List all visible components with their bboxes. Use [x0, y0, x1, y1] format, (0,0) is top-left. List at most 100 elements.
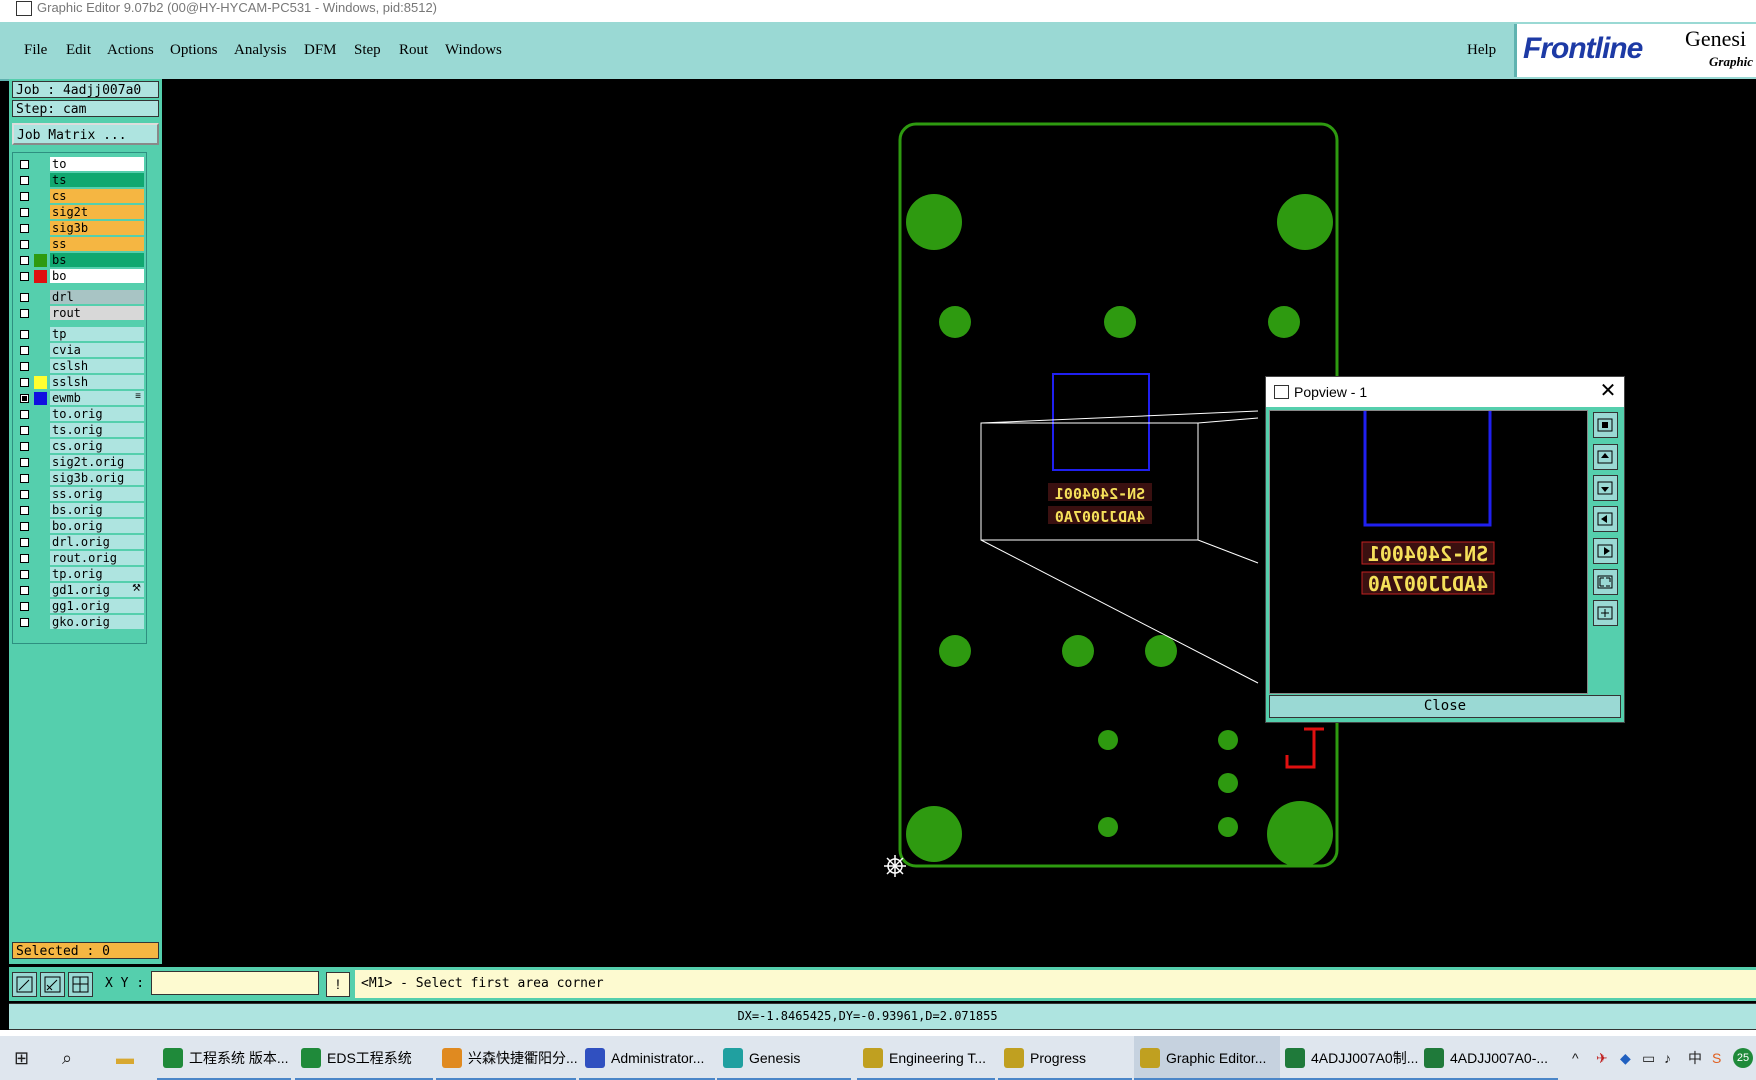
layer-checkbox[interactable]: [20, 554, 29, 563]
tray-shield-icon[interactable]: ◆: [1620, 1036, 1631, 1080]
layer-name[interactable]: bs.orig: [50, 503, 144, 517]
layer-row-sig3b[interactable]: sig3b: [15, 221, 144, 236]
pan-left-icon[interactable]: [1593, 506, 1618, 532]
layer-name[interactable]: drl.orig: [50, 535, 144, 549]
layer-row-sslsh[interactable]: sslsh: [15, 375, 144, 390]
layer-name[interactable]: cs.orig: [50, 439, 144, 453]
layer-row-cs[interactable]: cs: [15, 189, 144, 204]
layer-checkbox[interactable]: [20, 192, 29, 201]
layer-row-to[interactable]: to: [15, 157, 144, 172]
taskbar-item[interactable]: Graphic Editor...: [1134, 1036, 1280, 1080]
layer-color-swatch[interactable]: [34, 238, 47, 251]
menu-edit[interactable]: Edit: [66, 42, 91, 59]
layer-checkbox[interactable]: [20, 346, 29, 355]
layer-row-bs-orig[interactable]: bs.orig: [15, 503, 144, 518]
layer-checkbox[interactable]: [20, 208, 29, 217]
layer-row-drl[interactable]: drl: [15, 290, 144, 305]
xy-input[interactable]: [151, 971, 319, 995]
layer-name[interactable]: bo: [50, 269, 144, 283]
layer-checkbox[interactable]: [20, 378, 29, 387]
layer-color-swatch[interactable]: [34, 158, 47, 171]
pan-right-icon[interactable]: [1593, 538, 1618, 564]
layer-row-cs-orig[interactable]: cs.orig: [15, 439, 144, 454]
sogou-icon[interactable]: S: [1712, 1036, 1721, 1080]
job-matrix-button[interactable]: Job Matrix ...: [12, 123, 159, 145]
layer-checkbox[interactable]: [20, 602, 29, 611]
file-explorer-icon[interactable]: ▬: [116, 1036, 134, 1080]
layer-name[interactable]: cvia: [50, 343, 144, 357]
layer-name[interactable]: cs: [50, 189, 144, 203]
menu-rout[interactable]: Rout: [399, 42, 428, 59]
taskbar-item[interactable]: Administrator...: [579, 1036, 715, 1080]
layer-color-swatch[interactable]: [34, 222, 47, 235]
select-tool-icon[interactable]: [12, 972, 37, 997]
layer-color-swatch[interactable]: [34, 536, 47, 549]
taskbar-item[interactable]: 工程系统 版本...: [157, 1036, 291, 1080]
layer-checkbox[interactable]: [20, 618, 29, 627]
layer-checkbox[interactable]: [20, 272, 29, 281]
menu-analysis[interactable]: Analysis: [234, 42, 287, 59]
layer-checkbox[interactable]: [20, 394, 29, 403]
layer-row-cvia[interactable]: cvia: [15, 343, 144, 358]
layer-color-swatch[interactable]: [34, 392, 47, 405]
layer-color-swatch[interactable]: [34, 328, 47, 341]
layer-color-swatch[interactable]: [34, 616, 47, 629]
search-icon[interactable]: ⌕: [62, 1036, 72, 1080]
layer-name[interactable]: rout: [50, 306, 144, 320]
layer-row-ss-orig[interactable]: ss.orig: [15, 487, 144, 502]
layer-row-bs[interactable]: bs: [15, 253, 144, 268]
layer-color-swatch[interactable]: [34, 552, 47, 565]
taskbar-item[interactable]: Engineering T...: [857, 1036, 995, 1080]
layer-color-swatch[interactable]: [34, 190, 47, 203]
menu-help[interactable]: Help: [1467, 42, 1496, 59]
layer-checkbox[interactable]: [20, 256, 29, 265]
execute-button[interactable]: !: [326, 972, 350, 997]
layer-name[interactable]: sig2t: [50, 205, 144, 219]
menu-options[interactable]: Options: [170, 42, 218, 59]
menu-file[interactable]: File: [24, 42, 47, 59]
layer-color-swatch[interactable]: [34, 600, 47, 613]
layer-row-rout[interactable]: rout: [15, 306, 144, 321]
layer-row-tp-orig[interactable]: tp.orig: [15, 567, 144, 582]
layer-checkbox[interactable]: [20, 570, 29, 579]
layer-name[interactable]: to.orig: [50, 407, 144, 421]
layer-row-gd1-orig[interactable]: gd1.orig ⚒: [15, 583, 144, 598]
layer-checkbox[interactable]: [20, 506, 29, 515]
close-icon[interactable]: ✕: [1598, 377, 1618, 407]
tray-app-icon[interactable]: ✈: [1596, 1036, 1608, 1080]
layer-color-swatch[interactable]: [34, 307, 47, 320]
layer-row-gg1-orig[interactable]: gg1.orig: [15, 599, 144, 614]
volume-icon[interactable]: ♪: [1664, 1036, 1671, 1080]
layer-color-swatch[interactable]: [34, 206, 47, 219]
taskbar-item[interactable]: Genesis: [717, 1036, 851, 1080]
zoom-in-icon[interactable]: [1593, 569, 1618, 595]
layer-name[interactable]: sig3b: [50, 221, 144, 235]
layer-checkbox[interactable]: [20, 293, 29, 302]
layer-row-bo-orig[interactable]: bo.orig: [15, 519, 144, 534]
layer-color-swatch[interactable]: [34, 488, 47, 501]
start-icon[interactable]: ⊞: [14, 1036, 29, 1080]
layer-name[interactable]: ts: [50, 173, 144, 187]
layer-name[interactable]: sig3b.orig: [50, 471, 144, 485]
layer-checkbox[interactable]: [20, 458, 29, 467]
notification-badge[interactable]: 25: [1733, 1048, 1753, 1068]
layer-name[interactable]: cslsh: [50, 359, 144, 373]
tray-network-icon[interactable]: ▭: [1642, 1036, 1655, 1080]
layer-color-swatch[interactable]: [34, 360, 47, 373]
layer-color-swatch[interactable]: [34, 254, 47, 267]
layer-color-swatch[interactable]: [34, 174, 47, 187]
pan-up-icon[interactable]: [1593, 444, 1618, 470]
zoom-fit-icon[interactable]: [1593, 412, 1618, 438]
layer-color-swatch[interactable]: [34, 456, 47, 469]
layer-color-swatch[interactable]: [34, 584, 47, 597]
layer-color-swatch[interactable]: [34, 472, 47, 485]
layer-row-gko-orig[interactable]: gko.orig: [15, 615, 144, 630]
layer-row-ts[interactable]: ts: [15, 173, 144, 188]
menu-windows[interactable]: Windows: [445, 42, 502, 59]
layer-checkbox[interactable]: [20, 490, 29, 499]
layer-color-swatch[interactable]: [34, 520, 47, 533]
layer-color-swatch[interactable]: [34, 270, 47, 283]
layer-checkbox[interactable]: [20, 442, 29, 451]
layer-row-ss[interactable]: ss: [15, 237, 144, 252]
layer-name[interactable]: gko.orig: [50, 615, 144, 629]
